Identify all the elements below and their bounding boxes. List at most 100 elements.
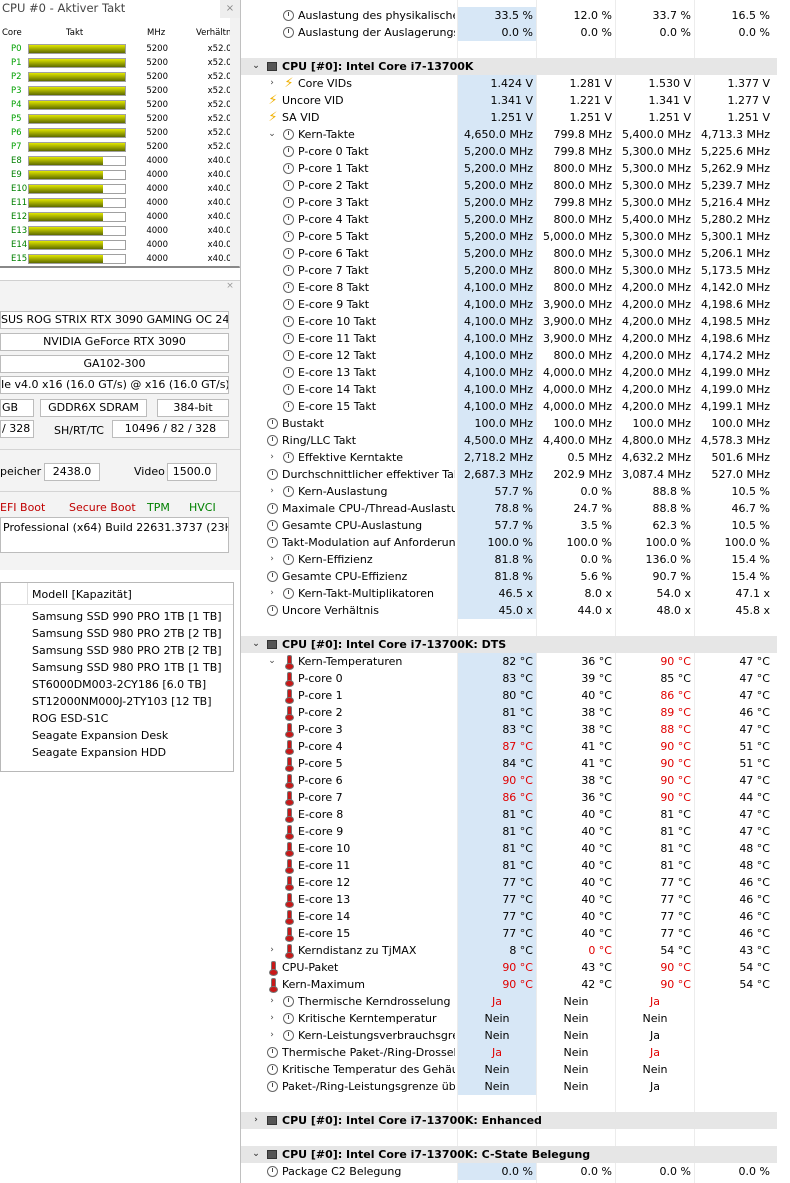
sensor-row[interactable]: P-core 4 Takt 5,200.0 MHz 800.0 MHz 5,400.0… <box>241 211 778 228</box>
sensor-row[interactable]: ⚡ Uncore VID 1.341 V 1.221 V 1.341 V 1.277 V <box>241 92 778 109</box>
chevron-right-icon[interactable]: › <box>267 942 277 959</box>
sensor-row[interactable]: CPU-Paket 90 °C 43 °C 90 °C 54 °C <box>241 959 778 976</box>
sensor-row[interactable]: › Thermische Kerndrosselung Ja Nein Ja <box>241 993 778 1010</box>
sensor-row[interactable]: P-core 2 Takt 5,200.0 MHz 800.0 MHz 5,300.0… <box>241 177 778 194</box>
sensor-row[interactable]: P-core 3 Takt 5,200.0 MHz 799.8 MHz 5,300.0… <box>241 194 778 211</box>
list-item[interactable]: Samsung SSD 980 PRO 2TB [2 TB] <box>32 642 222 659</box>
sensor-row[interactable]: E-core 12 77 °C 40 °C 77 °C 46 °C <box>241 874 778 891</box>
sensor-row[interactable]: Uncore Verhältnis 45.0 x 44.0 x 48.0 x 45.8 … <box>241 602 778 619</box>
chevron-down-icon[interactable]: ⌄ <box>251 1146 261 1163</box>
sensor-name: Kern-Temperaturen <box>298 655 403 668</box>
sensor-row[interactable]: P-core 4 87 °C 41 °C 90 °C 51 °C <box>241 738 778 755</box>
window-title[interactable]: CPU #0 - Aktiver Takt <box>0 0 220 18</box>
sensor-row[interactable]: P-core 1 Takt 5,200.0 MHz 800.0 MHz 5,300.0… <box>241 160 778 177</box>
sensor-row[interactable]: E-core 10 81 °C 40 °C 81 °C 48 °C <box>241 840 778 857</box>
close-icon[interactable]: × <box>220 0 240 18</box>
chevron-right-icon[interactable]: › <box>267 1010 277 1027</box>
sensor-row[interactable]: Gesamte CPU-Effizienz 81.8 % 5.6 % 90.7 % 15… <box>241 568 778 585</box>
sensor-row[interactable]: P-core 0 83 °C 39 °C 85 °C 47 °C <box>241 670 778 687</box>
chevron-down-icon[interactable]: ⌄ <box>251 636 261 653</box>
sensor-row[interactable]: E-core 13 Takt 4,100.0 MHz 4,000.0 MHz 4,20… <box>241 364 778 381</box>
sensor-row[interactable]: › Kerndistanz zu TjMAX 8 °C 0 °C 54 °C 43 °C <box>241 942 778 959</box>
sensor-row[interactable]: ⌄ Kern-Temperaturen 82 °C 36 °C 90 °C 47 °C <box>241 653 778 670</box>
list-item[interactable]: Samsung SSD 980 PRO 2TB [2 TB] <box>32 625 222 642</box>
sensor-row[interactable]: P-core 5 84 °C 41 °C 90 °C 51 °C <box>241 755 778 772</box>
sensor-row[interactable]: P-core 5 Takt 5,200.0 MHz 5,000.0 MHz 5,300… <box>241 228 778 245</box>
chevron-right-icon[interactable]: › <box>267 1027 277 1044</box>
list-item[interactable]: Samsung SSD 980 PRO 1TB [1 TB] <box>32 659 222 676</box>
sensor-row[interactable]: P-core 3 83 °C 38 °C 88 °C 47 °C <box>241 721 778 738</box>
sensor-group-header[interactable]: ⌄ CPU [#0]: Intel Core i7-13700K: DTS <box>241 636 778 653</box>
sensor-row[interactable]: Auslastung des physikalischen Sp...33.5 … <box>241 7 778 24</box>
sensor-row[interactable]: Ring/LLC Takt 4,500.0 MHz 4,400.0 MHz 4,800… <box>241 432 778 449</box>
sensor-row[interactable]: Kritische Temperatur des Gehäus...NeinNe… <box>241 1061 778 1078</box>
sensor-row[interactable]: Kern-Maximum 90 °C 42 °C 90 °C 54 °C <box>241 976 778 993</box>
list-item[interactable]: Seagate Expansion Desk <box>32 727 168 744</box>
chevron-right-icon[interactable]: › <box>251 1112 261 1129</box>
chevron-right-icon[interactable]: › <box>267 585 277 602</box>
scrollbar[interactable] <box>230 18 240 266</box>
list-item[interactable]: Samsung SSD 990 PRO 1TB [1 TB] <box>32 608 222 625</box>
column-separator[interactable] <box>27 583 28 605</box>
list-item[interactable]: Seagate Expansion HDD <box>32 744 166 761</box>
sensor-row[interactable]: E-core 15 Takt 4,100.0 MHz 4,000.0 MHz 4,20… <box>241 398 778 415</box>
sensor-row[interactable]: Durchschnittlicher effektiver Takt 2,687.… <box>241 466 778 483</box>
sensor-row[interactable]: E-core 14 Takt 4,100.0 MHz 4,000.0 MHz 4,20… <box>241 381 778 398</box>
sensor-row[interactable]: E-core 12 Takt 4,100.0 MHz 800.0 MHz 4,200.… <box>241 347 778 364</box>
sensor-row[interactable]: Auslastung der Auslagerungsdatei0.0 %0.0… <box>241 24 778 41</box>
sensor-row[interactable]: P-core 1 80 °C 40 °C 86 °C 47 °C <box>241 687 778 704</box>
sensor-row[interactable]: › Kern-Effizienz 81.8 % 0.0 % 136.0 % 15.4 % <box>241 551 778 568</box>
sensor-row[interactable]: P-core 0 Takt 5,200.0 MHz 799.8 MHz 5,300.0… <box>241 143 778 160</box>
core-clock-row: P3 5200 x52.00 <box>0 84 240 98</box>
sensor-row[interactable]: › Kritische Kerntemperatur Nein Nein Nein <box>241 1010 778 1027</box>
sensor-row[interactable]: › Kern-Takt-Multiplikatoren 46.5 x 8.0 x 54.… <box>241 585 778 602</box>
chevron-right-icon[interactable]: › <box>267 551 277 568</box>
sensor-row[interactable]: Package C2 Belegung 0.0 % 0.0 % 0.0 % 0.0 % <box>241 1163 778 1180</box>
list-item[interactable]: ROG ESD-S1C <box>32 710 108 727</box>
list-item[interactable]: ST6000DM003-2CY186 [6.0 TB] <box>32 676 206 693</box>
sensor-row[interactable]: E-core 15 77 °C 40 °C 77 °C 46 °C <box>241 925 778 942</box>
chevron-right-icon[interactable]: › <box>267 449 277 466</box>
chevron-right-icon[interactable]: › <box>267 483 277 500</box>
sensor-row[interactable]: › Kern-Auslastung 57.7 % 0.0 % 88.8 % 10.5 % <box>241 483 778 500</box>
sensor-name: E-core 12 Takt <box>298 349 377 362</box>
sensor-row[interactable]: E-core 8 Takt 4,100.0 MHz 800.0 MHz 4,200.0… <box>241 279 778 296</box>
sensor-row[interactable]: P-core 6 90 °C 38 °C 90 °C 47 °C <box>241 772 778 789</box>
chevron-right-icon[interactable]: › <box>267 75 277 92</box>
sensor-group-header[interactable]: › CPU [#0]: Intel Core i7-13700K: Enhance… <box>241 1112 778 1129</box>
sensor-row[interactable]: Paket-/Ring-Leistungsgrenze übe... Nein Ne… <box>241 1078 778 1095</box>
sensor-row[interactable]: P-core 2 81 °C 38 °C 89 °C 46 °C <box>241 704 778 721</box>
list-item[interactable]: ST12000NM000J-2TY103 [12 TB] <box>32 693 212 710</box>
sensor-row[interactable]: › Kern-Leistungsverbrauchsgre... Nein Nein J… <box>241 1027 778 1044</box>
sensor-row[interactable]: Thermische Paket-/Ring-DrosselungJaNeinJ… <box>241 1044 778 1061</box>
sensor-row[interactable]: E-core 8 81 °C 40 °C 81 °C 47 °C <box>241 806 778 823</box>
vertical-scrollbar[interactable] <box>777 0 790 1183</box>
sensor-row[interactable]: E-core 14 77 °C 40 °C 77 °C 46 °C <box>241 908 778 925</box>
sensor-row[interactable]: E-core 9 Takt 4,100.0 MHz 3,900.0 MHz 4,200… <box>241 296 778 313</box>
sensor-row[interactable]: P-core 7 86 °C 36 °C 90 °C 44 °C <box>241 789 778 806</box>
sensor-row[interactable]: E-core 11 81 °C 40 °C 81 °C 48 °C <box>241 857 778 874</box>
close-icon[interactable]: × <box>220 281 240 295</box>
chevron-down-icon[interactable]: ⌄ <box>267 653 277 670</box>
sensor-group-header[interactable]: ⌄ CPU [#0]: Intel Core i7-13700K: C-State… <box>241 1146 778 1163</box>
sensor-row[interactable]: P-core 6 Takt 5,200.0 MHz 800.0 MHz 5,300.0… <box>241 245 778 262</box>
sensor-row[interactable]: ⌄ Kern-Takte 4,650.0 MHz 799.8 MHz 5,400.0 M… <box>241 126 778 143</box>
sensor-row[interactable]: E-core 9 81 °C 40 °C 81 °C 47 °C <box>241 823 778 840</box>
sensor-value-min: 3.5 % <box>580 519 612 532</box>
sensor-row[interactable]: Takt-Modulation auf Anforderung 100.0 % 10… <box>241 534 778 551</box>
sensor-row[interactable]: E-core 11 Takt 4,100.0 MHz 3,900.0 MHz 4,20… <box>241 330 778 347</box>
sensor-group-header[interactable]: ⌄ CPU [#0]: Intel Core i7-13700K <box>241 58 778 75</box>
sensor-row[interactable]: Bustakt 100.0 MHz 100.0 MHz 100.0 MHz 100.0 … <box>241 415 778 432</box>
sensor-row[interactable]: P-core 7 Takt 5,200.0 MHz 800.0 MHz 5,300.0… <box>241 262 778 279</box>
chevron-right-icon[interactable]: › <box>267 993 277 1010</box>
column-model-capacity[interactable]: Modell [Kapazität] <box>32 586 132 603</box>
sensor-row[interactable]: › ⚡ Core VIDs 1.424 V 1.281 V 1.530 V 1.377 V <box>241 75 778 92</box>
sensor-row[interactable]: ⚡ SA VID 1.251 V 1.251 V 1.251 V 1.251 V <box>241 109 778 126</box>
sensor-row[interactable]: › Effektive Kerntakte 2,718.2 MHz 0.5 MHz 4,… <box>241 449 778 466</box>
sensor-row[interactable]: Maximale CPU-/Thread-Auslastung 78.8 % 24.… <box>241 500 778 517</box>
sensor-row[interactable]: Gesamte CPU-Auslastung 57.7 % 3.5 % 62.3 % 1… <box>241 517 778 534</box>
chevron-down-icon[interactable]: ⌄ <box>251 58 261 75</box>
sensor-row[interactable]: E-core 13 77 °C 40 °C 77 °C 46 °C <box>241 891 778 908</box>
sensor-row[interactable]: E-core 10 Takt 4,100.0 MHz 3,900.0 MHz 4,20… <box>241 313 778 330</box>
chevron-down-icon[interactable]: ⌄ <box>267 126 277 143</box>
